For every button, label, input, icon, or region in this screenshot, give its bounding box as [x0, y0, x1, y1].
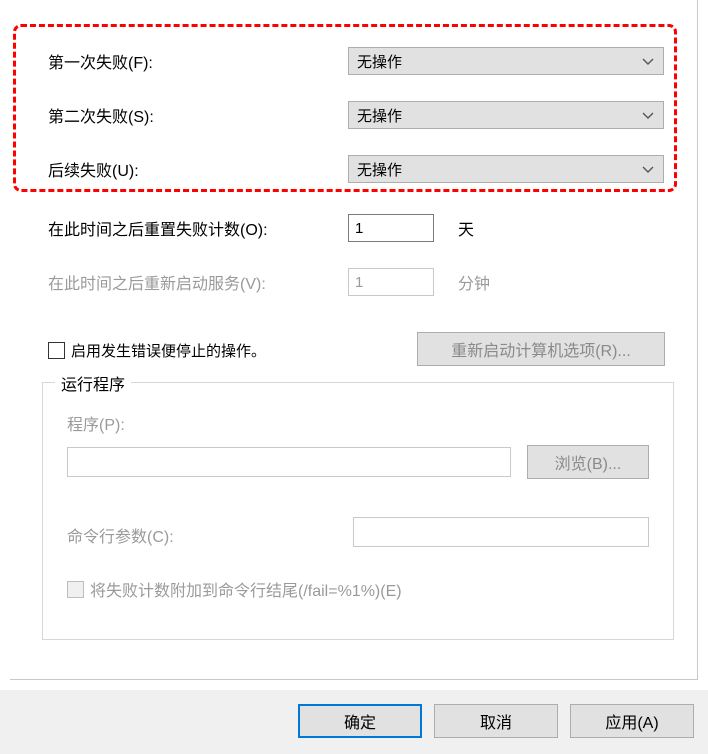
second-failure-value: 无操作: [357, 105, 402, 126]
cmdline-label: 命令行参数(C):: [67, 523, 174, 547]
reset-fail-counter-unit: 天: [458, 216, 474, 240]
cancel-button[interactable]: 取消: [434, 704, 558, 738]
browse-button: 浏览(B)...: [527, 445, 649, 479]
subsequent-failure-value: 无操作: [357, 159, 402, 180]
restart-computer-options-button: 重新启动计算机选项(R)...: [417, 332, 665, 366]
append-fail-checkbox: [67, 581, 84, 598]
second-failure-dropdown[interactable]: 无操作: [348, 101, 664, 129]
subsequent-failure-label: 后续失败(U):: [48, 157, 348, 181]
chevron-down-icon: [641, 109, 655, 123]
reset-fail-counter-label: 在此时间之后重置失败计数(O):: [48, 216, 348, 240]
stop-on-error-checkbox[interactable]: [48, 342, 65, 359]
stop-on-error-label: 启用发生错误便停止的操作。: [71, 340, 266, 361]
reset-fail-counter-input[interactable]: 1: [348, 214, 434, 242]
first-failure-dropdown[interactable]: 无操作: [348, 47, 664, 75]
first-failure-label: 第一次失败(F):: [48, 49, 348, 73]
chevron-down-icon: [641, 163, 655, 177]
restart-service-input: 1: [348, 268, 434, 296]
program-input: [67, 447, 511, 477]
chevron-down-icon: [641, 55, 655, 69]
run-program-groupbox: 运行程序 程序(P): 浏览(B)... 命令行参数(C): 将失败计数附加到命…: [42, 382, 674, 640]
cmdline-input: [353, 517, 649, 547]
first-failure-value: 无操作: [357, 51, 402, 72]
program-label: 程序(P):: [67, 411, 125, 435]
restart-service-unit: 分钟: [458, 270, 490, 294]
second-failure-label: 第二次失败(S):: [48, 103, 348, 127]
append-fail-label: 将失败计数附加到命令行结尾(/fail=%1%)(E): [90, 577, 402, 601]
subsequent-failure-dropdown[interactable]: 无操作: [348, 155, 664, 183]
apply-button[interactable]: 应用(A): [570, 704, 694, 738]
restart-service-label: 在此时间之后重新启动服务(V):: [48, 270, 348, 294]
ok-button[interactable]: 确定: [298, 704, 422, 738]
run-program-legend: 运行程序: [55, 371, 131, 395]
